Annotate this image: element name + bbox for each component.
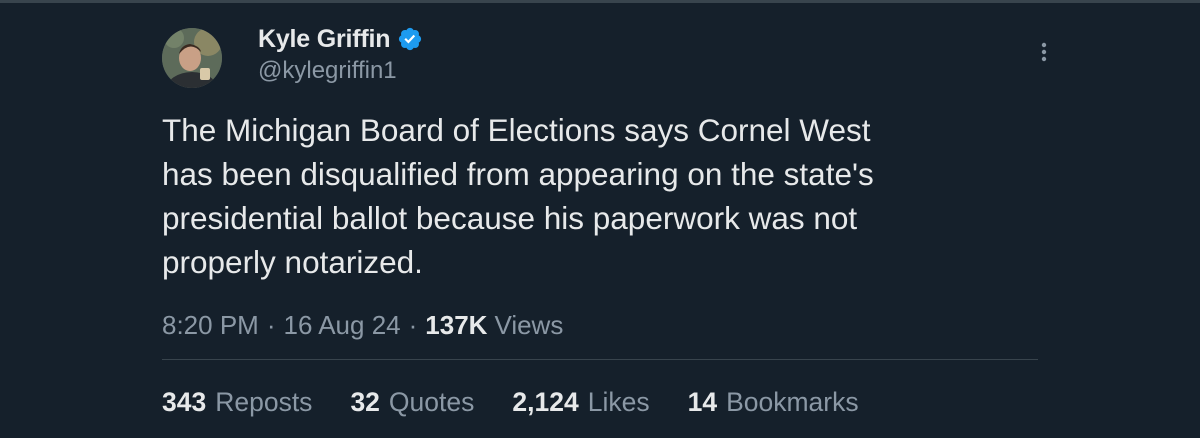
reposts-count: 343 <box>162 386 207 417</box>
verified-badge-icon <box>397 26 423 52</box>
author-handle[interactable]: @kylegriffin1 <box>258 57 397 85</box>
likes-stat[interactable]: 2,124 Likes <box>512 387 649 418</box>
avatar[interactable] <box>162 28 222 88</box>
meta-separator: · <box>408 309 418 340</box>
stats-divider <box>162 359 1038 360</box>
avatar-image <box>162 28 222 88</box>
likes-count: 2,124 <box>512 386 579 417</box>
tweet-time[interactable]: 8:20 PM <box>162 310 259 341</box>
views-label: Views <box>494 309 564 340</box>
quotes-stat[interactable]: 32 Quotes <box>350 387 474 418</box>
quotes-count: 32 <box>350 386 380 417</box>
bookmarks-count: 14 <box>687 386 718 417</box>
tweet-detail: Kyle Griffin @kylegriffin1 The Michigan … <box>0 0 1200 438</box>
views-count: 137K <box>425 309 488 340</box>
tweet-meta: 8:20 PM · 16 Aug 24 · 137K Views <box>162 305 563 345</box>
tweet-text: The Michigan Board of Elections says Cor… <box>162 112 874 280</box>
quotes-label: Quotes <box>388 386 475 417</box>
bookmarks-stat[interactable]: 14 Bookmarks <box>688 387 859 418</box>
likes-label: Likes <box>587 386 650 417</box>
tweet-date[interactable]: 16 Aug 24 <box>284 310 401 341</box>
engagement-stats: 343 Reposts 32 Quotes 2,124 Likes 14 Bookmar… <box>162 380 897 424</box>
more-options-icon[interactable] <box>1030 38 1058 66</box>
reposts-stat[interactable]: 343 Reposts <box>162 387 312 418</box>
author-name-row: Kyle Griffin <box>258 21 423 57</box>
reposts-label: Reposts <box>215 386 313 417</box>
meta-separator: · <box>266 309 276 340</box>
author-display-name[interactable]: Kyle Griffin <box>258 25 391 54</box>
bookmarks-label: Bookmarks <box>726 386 859 417</box>
